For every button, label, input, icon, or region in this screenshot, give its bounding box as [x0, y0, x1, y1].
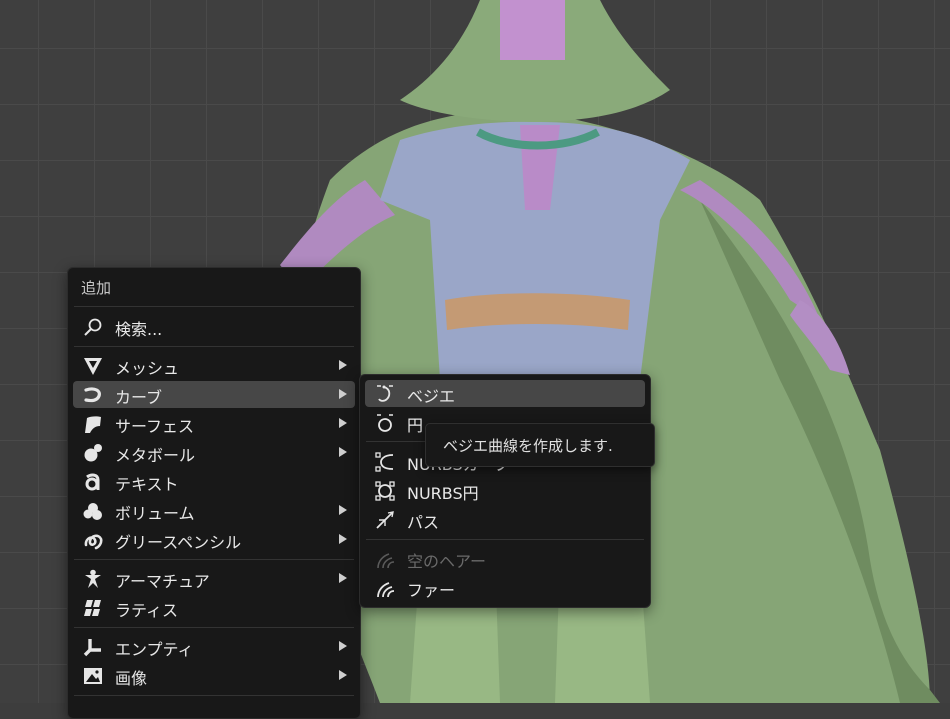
menu-item-grease-pencil[interactable]: グリースペンシル — [73, 526, 355, 553]
submenu-item-empty-hair: 空のヘアー — [365, 545, 645, 572]
menu-title: 追加 — [81, 279, 112, 297]
submenu-arrow-icon — [339, 418, 347, 428]
submenu-arrow-icon — [339, 573, 347, 583]
metaball-icon — [84, 444, 102, 462]
volume-icon — [83, 503, 102, 520]
submenu-arrow-icon — [339, 389, 347, 399]
submenu-item-label: 円 — [407, 416, 424, 435]
add-menu: 追加 検索... メッシュ カーブ サーフェス メタボール テキスト ボリューム… — [67, 267, 361, 719]
menu-item-label: ラティス — [115, 601, 179, 620]
menu-separator — [366, 539, 644, 540]
submenu-arrow-icon — [339, 534, 347, 544]
curve-submenu: ベジエ 円 NURBSカーブ NURBS円 パス 空のヘアー ファー — [359, 374, 651, 608]
menu-separator — [74, 627, 354, 628]
menu-item-armature[interactable]: アーマチュア — [73, 565, 355, 592]
search-menu-item[interactable]: 検索... — [73, 313, 355, 340]
text-icon — [85, 473, 100, 491]
menu-item-image[interactable]: 画像 — [73, 662, 355, 689]
menu-item-label: アーマチュア — [115, 572, 210, 591]
menu-item-text[interactable]: テキスト — [73, 468, 355, 495]
empty-icon — [83, 639, 101, 657]
menu-item-label: エンプティ — [115, 640, 194, 659]
menu-item-metaball[interactable]: メタボール — [73, 439, 355, 466]
submenu-item-path[interactable]: パス — [365, 506, 645, 533]
menu-item-label: グリースペンシル — [115, 533, 242, 552]
armature-icon — [85, 569, 101, 588]
submenu-item-nurbs-circle[interactable]: NURBS円 — [365, 477, 645, 504]
menu-item-label: カーブ — [115, 388, 163, 407]
menu-item-label: メタボール — [115, 446, 196, 465]
submenu-arrow-icon — [339, 670, 347, 680]
lattice-icon — [84, 600, 101, 616]
menu-item-curve[interactable]: カーブ — [73, 381, 355, 408]
path-icon — [376, 511, 394, 529]
tooltip-text: ベジエ曲線を作成します. — [443, 437, 613, 455]
nurbs-circle-icon — [375, 481, 395, 501]
submenu-arrow-icon — [339, 447, 347, 457]
nurbs-curve-icon — [375, 452, 394, 472]
surface-icon — [85, 416, 101, 433]
bezier-curve-icon — [377, 385, 393, 402]
menu-separator — [74, 559, 354, 560]
menu-separator — [74, 346, 354, 347]
circle-curve-icon — [377, 414, 393, 432]
submenu-item-label: パス — [407, 513, 440, 532]
submenu-item-label: 空のヘアー — [407, 552, 487, 571]
submenu-arrow-icon — [339, 360, 347, 370]
submenu-item-label: ファー — [407, 581, 456, 600]
menu-item-lattice[interactable]: ラティス — [73, 594, 355, 621]
menu-item-label: 画像 — [115, 669, 148, 688]
image-icon — [84, 668, 102, 684]
search-label: 検索... — [115, 320, 163, 339]
submenu-arrow-icon — [339, 641, 347, 651]
fur-icon — [377, 582, 395, 598]
submenu-item-label: NURBS円 — [407, 484, 479, 503]
menu-separator — [74, 306, 354, 307]
submenu-item-fur[interactable]: ファー — [365, 574, 645, 601]
menu-item-empty[interactable]: エンプティ — [73, 633, 355, 660]
menu-item-surface[interactable]: サーフェス — [73, 410, 355, 437]
submenu-item-label: ベジエ — [407, 387, 456, 406]
mesh-icon — [84, 358, 102, 375]
submenu-item-bezier[interactable]: ベジエ — [365, 380, 645, 407]
empty-hair-icon — [377, 553, 395, 569]
search-icon — [84, 318, 102, 336]
tooltip: ベジエ曲線を作成します. — [425, 423, 655, 467]
curve-icon — [84, 387, 101, 403]
menu-item-mesh[interactable]: メッシュ — [73, 352, 355, 379]
submenu-arrow-icon — [339, 505, 347, 515]
menu-item-label: メッシュ — [115, 359, 180, 378]
menu-item-volume[interactable]: ボリューム — [73, 497, 355, 524]
menu-item-label: サーフェス — [115, 417, 195, 436]
menu-item-label: ボリューム — [115, 504, 195, 523]
menu-item-label: テキスト — [115, 475, 179, 494]
menu-separator — [74, 695, 354, 696]
grease-pencil-icon — [84, 534, 103, 550]
